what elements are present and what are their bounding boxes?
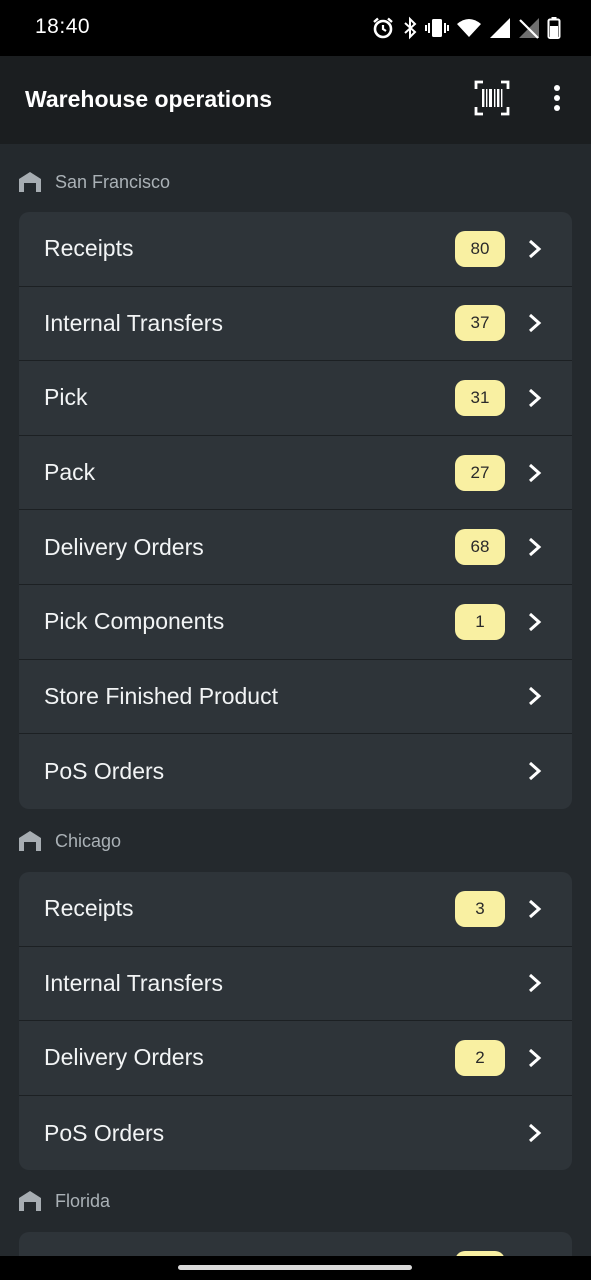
app-bar: Warehouse operations [0,56,591,144]
operation-label: Receipts [44,895,134,922]
chevron-right-icon [529,762,542,781]
chevron-right-icon [529,687,542,706]
operation-row[interactable]: Delivery Orders 2 [19,1021,572,1096]
gesture-handle[interactable] [178,1265,412,1270]
signal-icon [490,18,510,38]
status-time: 18:40 [35,15,91,38]
operation-label: Delivery Orders [44,533,204,560]
warehouse-header: Chicago [18,826,121,856]
operation-label: Receipts [44,235,134,262]
operation-row[interactable]: Pack 27 [19,436,572,511]
operation-row[interactable]: Receipts 80 [19,212,572,287]
vibrate-icon [425,19,449,37]
count-badge: 1 [455,603,505,640]
navigation-bar [0,1256,591,1280]
count-badge: 68 [455,529,505,566]
operation-label: PoS Orders [44,1119,165,1146]
no-sim-icon [519,18,539,39]
operation-row[interactable]: Receipts 3 [19,872,572,947]
warehouse-name: Chicago [55,830,122,851]
count-badge: 31 [455,379,505,416]
warehouse-name: Florida [55,1190,111,1211]
page-title: Warehouse operations [25,86,273,112]
barcode-scan-button[interactable] [470,76,514,120]
warehouse-header: Florida [18,1186,110,1216]
warehouse-list[interactable]: San Francisco Receipts 80 Internal Trans… [0,144,591,1256]
operation-label: Internal Transfers [44,969,223,996]
operation-row[interactable]: Pick Components 1 [19,585,572,660]
count-badge: 2 [455,1039,505,1076]
more-vert-icon [554,85,560,111]
operation-row[interactable]: Delivery Orders 68 [19,510,572,585]
operation-label: Delivery Orders [44,1044,204,1071]
warehouse-icon [19,831,41,851]
more-options-button[interactable] [540,76,574,120]
operation-label: Store Finished Product [44,682,278,709]
operations-card: Receipts 3 Internal Transfers Delivery O… [19,872,572,1171]
count-badge: 27 [455,454,505,491]
count-badge: 37 [455,305,505,342]
status-icons [371,14,561,42]
operation-label: Pack [44,459,96,486]
warehouse-name: San Francisco [55,171,171,192]
chevron-right-icon [529,612,542,631]
chevron-right-icon [529,314,542,333]
warehouse-header: San Francisco [18,167,170,197]
wifi-icon [457,19,481,37]
chevron-right-icon [529,974,542,993]
count-badge: 3 [455,890,505,927]
operations-card [19,1232,572,1256]
operation-label: Pick [44,384,88,411]
chevron-right-icon [529,1048,542,1068]
status-bar: 18:40 [0,0,591,56]
operation-row[interactable]: Pick 31 [19,361,572,436]
chevron-right-icon [529,239,542,258]
operation-row[interactable] [19,1232,572,1256]
operation-row[interactable]: Store Finished Product [19,660,572,735]
operation-label: Internal Transfers [44,309,223,336]
operation-row[interactable]: Internal Transfers [19,947,572,1022]
count-badge: 80 [455,230,505,267]
warehouse-icon [19,1191,41,1211]
barcode-scan-icon [474,80,510,116]
chevron-right-icon [529,1123,542,1143]
operations-card: Receipts 80 Internal Transfers 37 Pick 3… [19,212,572,809]
battery-icon [547,17,561,39]
operation-label: Pick Components [44,608,225,635]
bluetooth-icon [404,16,417,40]
operation-label: PoS Orders [44,757,165,784]
operation-row[interactable]: PoS Orders [19,1096,572,1171]
chevron-right-icon [529,538,542,557]
chevron-right-icon [529,388,542,408]
chevron-right-icon [529,899,542,918]
warehouse-icon [19,172,41,192]
alarm-icon [373,17,393,39]
operation-row[interactable]: PoS Orders [19,734,572,809]
chevron-right-icon [529,463,542,482]
operation-row[interactable]: Internal Transfers 37 [19,287,572,362]
